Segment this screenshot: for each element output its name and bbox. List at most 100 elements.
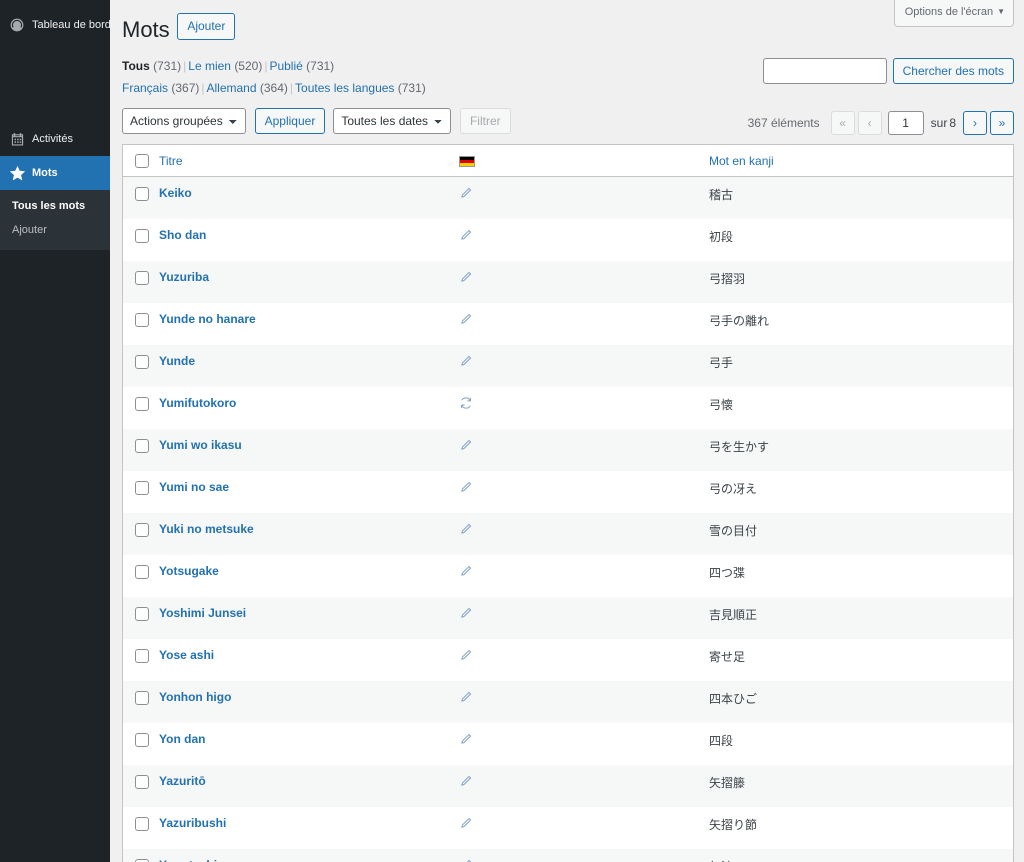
edit-pencil-icon[interactable] [459,564,689,578]
apply-button[interactable]: Appliquer [254,108,326,135]
first-page-button[interactable]: « [830,111,855,136]
view-link-label[interactable]: Le mien [188,59,231,73]
row-title-link[interactable]: Yon dan [159,732,205,746]
view-link-publie[interactable]: Publié (731) [269,59,334,73]
row-select-cell[interactable] [123,261,149,303]
row-title-link[interactable]: Yuki no metsuke [159,522,254,536]
row-checkbox[interactable] [135,606,149,621]
sidebar-item-activites[interactable]: Activités [0,122,110,156]
sidebar-item-mots[interactable]: Mots [0,156,118,190]
row-status-icon-cell[interactable] [449,303,699,345]
row-title-link[interactable]: Yoshimi Junsei [159,606,246,620]
row-checkbox[interactable] [135,270,149,285]
filter-button[interactable]: Filtrer [459,108,511,135]
row-title-link[interactable]: Yose ashi [159,648,214,662]
edit-pencil-icon[interactable] [459,690,689,704]
row-checkbox[interactable] [135,186,149,201]
row-status-icon-cell[interactable] [449,849,699,862]
sidebar-subitem-ajouter[interactable]: Ajouter [0,219,110,243]
view-link-francais[interactable]: Français (367) [122,81,199,95]
select-all-checkbox[interactable] [135,154,149,169]
row-status-icon-cell[interactable] [449,597,699,639]
view-link-allemand[interactable]: Allemand (364) [207,81,288,95]
row-select-cell[interactable] [123,765,149,807]
bulk-actions-select[interactable]: Actions groupées [122,108,246,135]
edit-pencil-icon[interactable] [459,816,689,830]
row-select-cell[interactable] [123,807,149,849]
row-title-link[interactable]: Yunde no hanare [159,312,256,326]
edit-pencil-icon[interactable] [459,270,689,284]
row-select-cell[interactable] [123,849,149,862]
select-all-header[interactable] [123,145,149,178]
edit-pencil-icon[interactable] [459,312,689,326]
row-title-link[interactable]: Sho dan [159,228,206,242]
row-checkbox[interactable] [135,522,149,537]
view-link-le-mien[interactable]: Le mien (520) [188,59,262,73]
row-title-link[interactable]: Yotsugake [159,564,219,578]
view-link-tous[interactable]: Tous (731) [122,59,181,73]
row-status-icon-cell[interactable] [449,345,699,387]
row-status-icon-cell[interactable] [449,639,699,681]
date-filter-select[interactable]: Toutes les dates [333,108,452,135]
row-select-cell[interactable] [123,219,149,261]
edit-pencil-icon[interactable] [459,438,689,452]
view-link-label[interactable]: Allemand [207,81,257,95]
row-status-icon-cell[interactable] [449,807,699,849]
row-title-link[interactable]: Yumi no sae [159,480,229,494]
edit-pencil-icon[interactable] [459,858,689,862]
edit-pencil-icon[interactable] [459,228,689,242]
row-status-icon-cell[interactable] [449,387,699,429]
view-link-label[interactable]: Publié [269,59,302,73]
row-checkbox[interactable] [135,396,149,411]
row-checkbox[interactable] [135,564,149,579]
prev-page-button[interactable]: ‹ [857,111,882,136]
row-select-cell[interactable] [123,177,149,219]
sidebar-subitem-tous-les-mots[interactable]: Tous les mots [0,195,110,219]
row-title-link[interactable]: Yumifutokoro [159,396,236,410]
row-status-icon-cell[interactable] [449,765,699,807]
screen-options-button[interactable]: Options de l'écran ▼ [893,0,1014,27]
add-new-button[interactable]: Ajouter [177,12,236,40]
last-page-button[interactable]: » [990,111,1014,136]
row-select-cell[interactable] [123,639,149,681]
edit-pencil-icon[interactable] [459,354,689,368]
row-checkbox[interactable] [135,438,149,453]
edit-pencil-icon[interactable] [459,732,689,746]
row-checkbox[interactable] [135,816,149,831]
search-submit-button[interactable]: Chercher des mots [892,58,1014,84]
edit-pencil-icon[interactable] [459,186,689,200]
row-checkbox[interactable] [135,774,149,789]
row-checkbox[interactable] [135,648,149,663]
search-input[interactable] [762,58,887,84]
sidebar-item-dashboard[interactable]: Tableau de bord [0,8,111,42]
row-select-cell[interactable] [123,555,149,597]
row-select-cell[interactable] [123,723,149,765]
next-page-button[interactable]: › [963,111,987,136]
row-status-icon-cell[interactable] [449,513,699,555]
row-title-link[interactable]: Yuzuriba [159,270,209,284]
row-status-icon-cell[interactable] [449,723,699,765]
row-status-icon-cell[interactable] [449,429,699,471]
row-title-link[interactable]: Yunde [159,354,195,368]
row-checkbox[interactable] [135,480,149,495]
edit-pencil-icon[interactable] [459,648,689,662]
view-link-label[interactable]: Toutes les langues [295,81,394,95]
row-select-cell[interactable] [123,471,149,513]
column-header-kanji[interactable]: Mot en kanji [699,145,1013,178]
row-checkbox[interactable] [135,312,149,327]
view-link-label[interactable]: Français [122,81,168,95]
view-link-toutes-les-langues[interactable]: Toutes les langues (731) [295,81,426,95]
row-status-icon-cell[interactable] [449,261,699,303]
current-page-input[interactable] [887,111,924,136]
row-status-icon-cell[interactable] [449,219,699,261]
row-title-link[interactable]: Yumi wo ikasu [159,438,242,452]
row-select-cell[interactable] [123,429,149,471]
row-title-link[interactable]: Yazuribushi [159,816,226,830]
edit-pencil-icon[interactable] [459,606,689,620]
row-title-link[interactable]: Yonhon higo [159,690,231,704]
row-select-cell[interactable] [123,681,149,723]
edit-pencil-icon[interactable] [459,522,689,536]
row-select-cell[interactable] [123,597,149,639]
row-title-link[interactable]: Yawatashi [159,858,217,862]
row-select-cell[interactable] [123,387,149,429]
